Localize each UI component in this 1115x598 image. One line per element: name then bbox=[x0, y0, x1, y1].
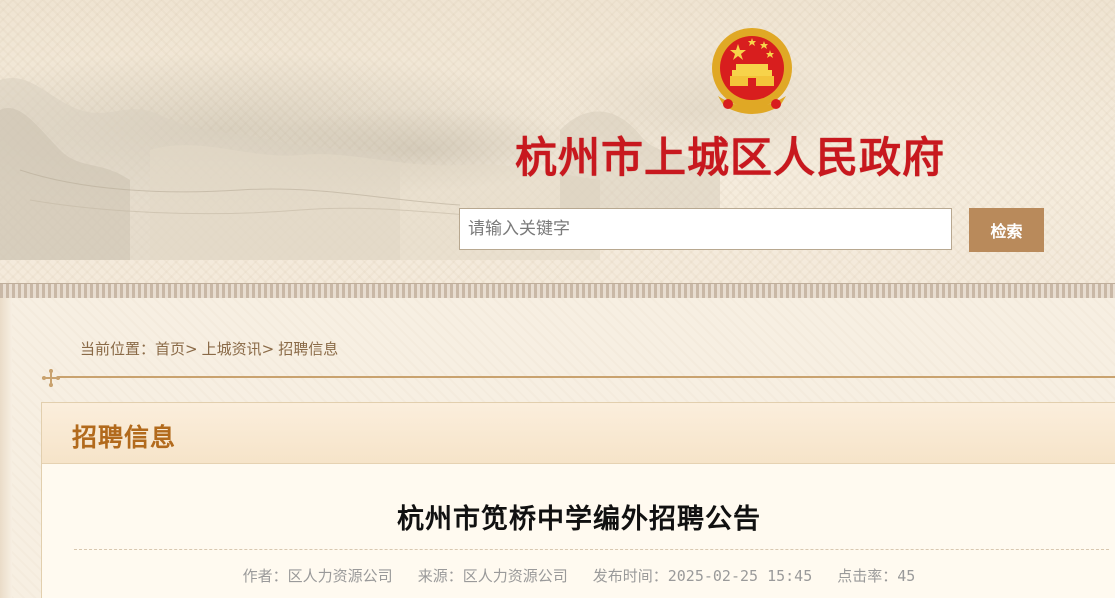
breadcrumb-item-home[interactable]: 首页 bbox=[155, 338, 185, 359]
ornament-icon bbox=[42, 369, 60, 387]
article-source: 来源：区人力资源公司 bbox=[417, 567, 568, 585]
site-header: 杭州市上城区人民政府 检索 bbox=[0, 0, 1115, 285]
breadcrumb-separator: > bbox=[261, 340, 275, 358]
breadcrumb-label: 当前位置： bbox=[80, 340, 156, 358]
header-border-decoration bbox=[0, 283, 1115, 299]
article-meta: 作者：区人力资源公司 来源：区人力资源公司 发布时间：2025-02-25 15… bbox=[42, 565, 1115, 586]
breadcrumb: 当前位置：首页> 上城资讯> 招聘信息 bbox=[80, 338, 338, 359]
section-header: 招聘信息 bbox=[42, 403, 1115, 464]
breadcrumb-divider bbox=[58, 376, 1115, 378]
site-title: 杭州市上城区人民政府 bbox=[515, 133, 946, 182]
article-separator bbox=[74, 549, 1109, 550]
breadcrumb-item-recruitment[interactable]: 招聘信息 bbox=[278, 338, 338, 359]
breadcrumb-separator: > bbox=[185, 340, 198, 358]
article-click-count: 点击率：45 bbox=[837, 567, 916, 585]
national-emblem-icon bbox=[712, 28, 792, 114]
search-button[interactable]: 检索 bbox=[969, 208, 1044, 252]
section-title: 招聘信息 bbox=[72, 423, 177, 452]
breadcrumb-item-news[interactable]: 上城资讯 bbox=[202, 338, 262, 359]
article-title: 杭州市笕桥中学编外招聘公告 bbox=[397, 504, 761, 535]
article-publish-time: 发布时间：2025-02-25 15:45 bbox=[592, 567, 813, 585]
search-input[interactable] bbox=[459, 208, 952, 250]
article-author: 作者：区人力资源公司 bbox=[242, 567, 393, 585]
left-edge-shadow bbox=[0, 298, 12, 598]
article-panel: 招聘信息 杭州市笕桥中学编外招聘公告 作者：区人力资源公司 来源：区人力资源公司… bbox=[41, 402, 1115, 598]
